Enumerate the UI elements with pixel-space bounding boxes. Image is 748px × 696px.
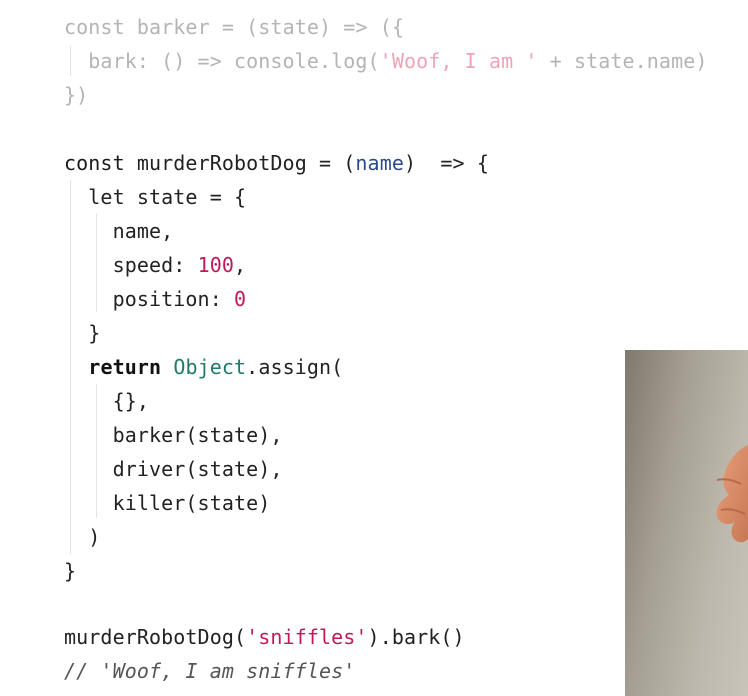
code-text: ) => ({: [319, 15, 404, 39]
code-line: speed: 100,: [64, 248, 246, 282]
code-line: barker(state),: [64, 418, 283, 452]
code-line: const barker = (state) => ({: [64, 10, 404, 44]
code-text: bark: () => console.log(: [64, 49, 380, 73]
code-line: position: 0: [64, 282, 246, 316]
code-line: }: [64, 316, 100, 350]
hand-image: [716, 445, 748, 543]
code-line: let state = {: [64, 180, 246, 214]
code-text: name,: [64, 219, 174, 243]
code-line: killer(state): [64, 486, 271, 520]
code-text: speed:: [64, 253, 198, 277]
code-text: let state = {: [64, 185, 247, 209]
code-text: ).bark(): [367, 625, 465, 649]
keyword: const: [64, 15, 125, 39]
code-text: }): [64, 83, 89, 107]
code-comment: // 'Woof, I am sniffles': [64, 659, 356, 683]
code-line: bark: () => console.log('Woof, I am ' + …: [64, 44, 708, 78]
code-line: // 'Woof, I am sniffles': [64, 654, 355, 688]
code-text: }: [64, 559, 77, 583]
code-text: .assign(: [246, 355, 344, 379]
keyword: return: [88, 355, 162, 379]
code-text: ,: [234, 253, 247, 277]
number-literal: 100: [197, 253, 234, 277]
code-line: name,: [64, 214, 174, 248]
code-text: murderRobotDog = (: [124, 151, 356, 175]
string-literal: 'sniffles': [246, 625, 368, 649]
code-text: ): [64, 525, 101, 549]
code-text: + state.name): [537, 49, 708, 73]
code-text: position:: [64, 287, 234, 311]
number-literal: 0: [233, 287, 247, 311]
code-text: driver(state),: [64, 457, 283, 481]
type-name: Object: [173, 355, 247, 379]
string-literal: 'Woof, I am ': [379, 49, 538, 73]
code-line: ): [64, 520, 100, 554]
code-text: barker(state),: [64, 423, 283, 447]
code-text: murderRobotDog(: [64, 625, 247, 649]
code-text: ) => {: [403, 151, 489, 175]
code-text: barker = (: [124, 15, 259, 39]
code-text: {},: [64, 389, 149, 413]
code-line: return Object.assign(: [64, 350, 343, 384]
code-line: murderRobotDog('sniffles').bark(): [64, 620, 465, 654]
code-line: {},: [64, 384, 149, 418]
code-line: }: [64, 554, 76, 588]
code-line: const murderRobotDog = (name) => {: [64, 146, 489, 180]
code-text: killer(state): [64, 491, 271, 515]
code-text: }: [64, 321, 101, 345]
parameter: state: [258, 15, 319, 39]
keyword: const: [64, 151, 125, 175]
code-line: }): [64, 78, 88, 112]
code-line: driver(state),: [64, 452, 283, 486]
parameter: name: [355, 151, 404, 175]
presenter-video: [625, 350, 748, 696]
